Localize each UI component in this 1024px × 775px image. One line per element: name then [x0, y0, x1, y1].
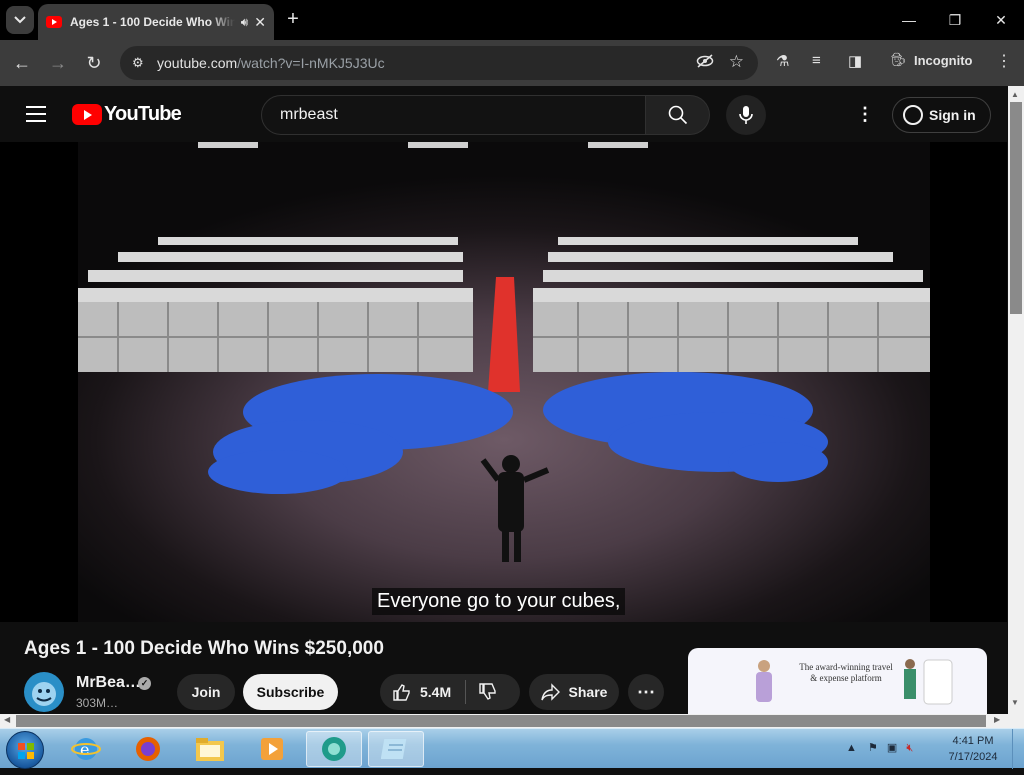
internet-explorer-taskbar-icon[interactable]: e [58, 731, 114, 767]
show-desktop-button[interactable] [1012, 729, 1024, 769]
share-arrow-icon [540, 683, 560, 701]
account-circle-icon [903, 105, 923, 125]
browser-menu-icon[interactable]: ⋮ [996, 51, 1012, 71]
verified-check-icon: ✓ [138, 677, 151, 690]
browser-toolbar: ← → ↻ ⚙︎ youtube.com/watch?v=I-nMKJ5J3Uc… [0, 40, 1024, 86]
incognito-label[interactable]: Incognito [914, 53, 973, 68]
tab-search-button[interactable] [6, 6, 34, 34]
tracking-protection-eye-icon[interactable] [696, 54, 714, 71]
video-scene-illustration [78, 142, 930, 562]
join-button[interactable]: Join [177, 674, 235, 710]
vertical-scrollbar[interactable]: ▲ ▼ [1008, 86, 1024, 714]
like-dislike-group: 5.4M [380, 674, 520, 710]
scroll-up-arrow-icon[interactable]: ▲ [1011, 90, 1019, 99]
taskbar-clock[interactable]: 4:41 PM 7/17/2024 [938, 733, 1008, 765]
video-title: Ages 1 - 100 Decide Who Wins $250,000 [24, 638, 384, 659]
clock-date: 7/17/2024 [948, 751, 998, 763]
address-bar[interactable]: ⚙︎ youtube.com/watch?v=I-nMKJ5J3Uc ☆ [120, 46, 758, 80]
search-box[interactable] [261, 95, 646, 135]
youtube-masthead: YouTube ⋮ Sign in [0, 86, 1008, 142]
search-icon [668, 105, 687, 125]
window-close-button[interactable]: ✕ [978, 0, 1024, 40]
ad-person-illustration [756, 660, 772, 702]
like-divider [465, 680, 467, 704]
more-actions-icon[interactable]: ⋯ [628, 674, 664, 710]
chevron-down-icon [14, 16, 26, 24]
youtube-wordmark: YouTube [104, 102, 182, 125]
youtube-logo[interactable]: YouTube [72, 102, 182, 125]
notepad-taskbar-icon[interactable] [368, 731, 424, 767]
settings-more-icon[interactable]: ⋮ [856, 104, 874, 125]
firefox-taskbar-icon[interactable] [120, 731, 176, 767]
minimize-button[interactable]: — [886, 0, 932, 40]
youtube-favicon-icon [46, 16, 62, 28]
network-icon[interactable]: ▣ [887, 742, 897, 754]
windows-logo-icon [18, 743, 34, 759]
horizontal-scrollbar[interactable]: ◀ ▶ [0, 714, 1008, 728]
channel-avatar[interactable] [24, 672, 64, 712]
side-panel-icon[interactable]: ◨ [848, 52, 862, 70]
tray-expand-icon[interactable]: ▲ [846, 742, 857, 754]
horizontal-scroll-thumb[interactable] [16, 715, 986, 727]
guide-menu-icon[interactable] [26, 106, 46, 122]
subscribe-button[interactable]: Subscribe [243, 674, 338, 710]
clock-time: 4:41 PM [952, 735, 994, 747]
media-player-taskbar-icon[interactable] [244, 731, 300, 767]
site-info-icon[interactable]: ⚙︎ [132, 55, 144, 71]
sidebar-ad-banner[interactable]: The award-winning travel & expense platf… [688, 648, 987, 714]
thumbs-up-icon[interactable] [392, 682, 412, 702]
channel-name[interactable]: MrBea… [76, 674, 141, 692]
volume-muted-icon[interactable]: 🔇︎ [906, 742, 913, 754]
action-center-flag-icon[interactable]: ⚑ [868, 742, 878, 754]
browser-tab-active[interactable]: Ages 1 - 100 Decide Who Wins $250,000 🔊︎… [38, 4, 274, 40]
restore-button[interactable]: ❐ [932, 0, 978, 40]
sign-in-label: Sign in [929, 107, 976, 123]
address-url[interactable]: youtube.com/watch?v=I-nMKJ5J3Uc [157, 55, 385, 71]
forward-arrow-icon[interactable]: → [45, 50, 71, 76]
video-caption: Everyone go to your cubes, [372, 588, 626, 615]
tab-close-icon[interactable]: ✕ [254, 14, 266, 31]
media-controls-icon[interactable]: ≡ [812, 52, 821, 69]
vertical-scroll-thumb[interactable] [1010, 102, 1022, 314]
share-button[interactable]: Share [529, 674, 619, 710]
voice-search-button[interactable] [726, 95, 766, 135]
scroll-right-arrow-icon[interactable]: ▶ [994, 715, 1000, 724]
browser-tab-strip: Ages 1 - 100 Decide Who Wins $250,000 🔊︎… [0, 0, 1024, 40]
windows-taskbar: e ▲ ⚑ ▣ 🔇︎ 4:41 PM 7/17/2024 [0, 728, 1024, 769]
scroll-left-arrow-icon[interactable]: ◀ [4, 715, 10, 724]
scroll-down-arrow-icon[interactable]: ▼ [1011, 698, 1019, 707]
search-input[interactable] [278, 96, 618, 134]
subscribe-label: Subscribe [256, 684, 325, 700]
ad-phone-illustration [904, 659, 953, 705]
new-tab-button[interactable]: + [282, 8, 304, 30]
svg-text:e: e [80, 740, 89, 759]
subscriber-count: 303M… [76, 696, 119, 710]
browser-taskbar-icon[interactable] [306, 731, 362, 767]
start-button[interactable] [6, 731, 44, 769]
video-frame [78, 142, 930, 622]
video-player[interactable]: Everyone go to your cubes, [0, 142, 1007, 622]
bookmark-star-icon[interactable]: ☆ [729, 52, 744, 72]
scrollbar-corner [1008, 714, 1024, 728]
video-info: Ages 1 - 100 Decide Who Wins $250,000 Mr… [0, 622, 1008, 714]
join-label: Join [191, 684, 221, 700]
labs-flask-icon[interactable]: ⚗︎ [776, 52, 789, 70]
reload-icon[interactable]: ↻ [81, 50, 107, 76]
search-button[interactable] [646, 95, 710, 135]
sign-in-button[interactable]: Sign in [892, 97, 991, 133]
share-label: Share [568, 684, 608, 700]
back-arrow-icon[interactable]: ← [9, 50, 35, 76]
system-tray: ▲ ⚑ ▣ 🔇︎ [846, 741, 913, 755]
incognito-icon: 🕵︎ [890, 52, 907, 67]
speaker-icon[interactable]: 🔊︎ [241, 15, 249, 30]
like-count[interactable]: 5.4M [420, 684, 451, 700]
tab-title: Ages 1 - 100 Decide Who Wins $250,000 [70, 15, 235, 29]
microphone-icon [739, 106, 753, 124]
file-explorer-taskbar-icon[interactable] [182, 731, 238, 767]
youtube-play-logo-icon [72, 103, 102, 125]
ad-text: The award-winning travel & expense platf… [799, 662, 893, 683]
thumbs-down-icon[interactable] [478, 682, 498, 702]
